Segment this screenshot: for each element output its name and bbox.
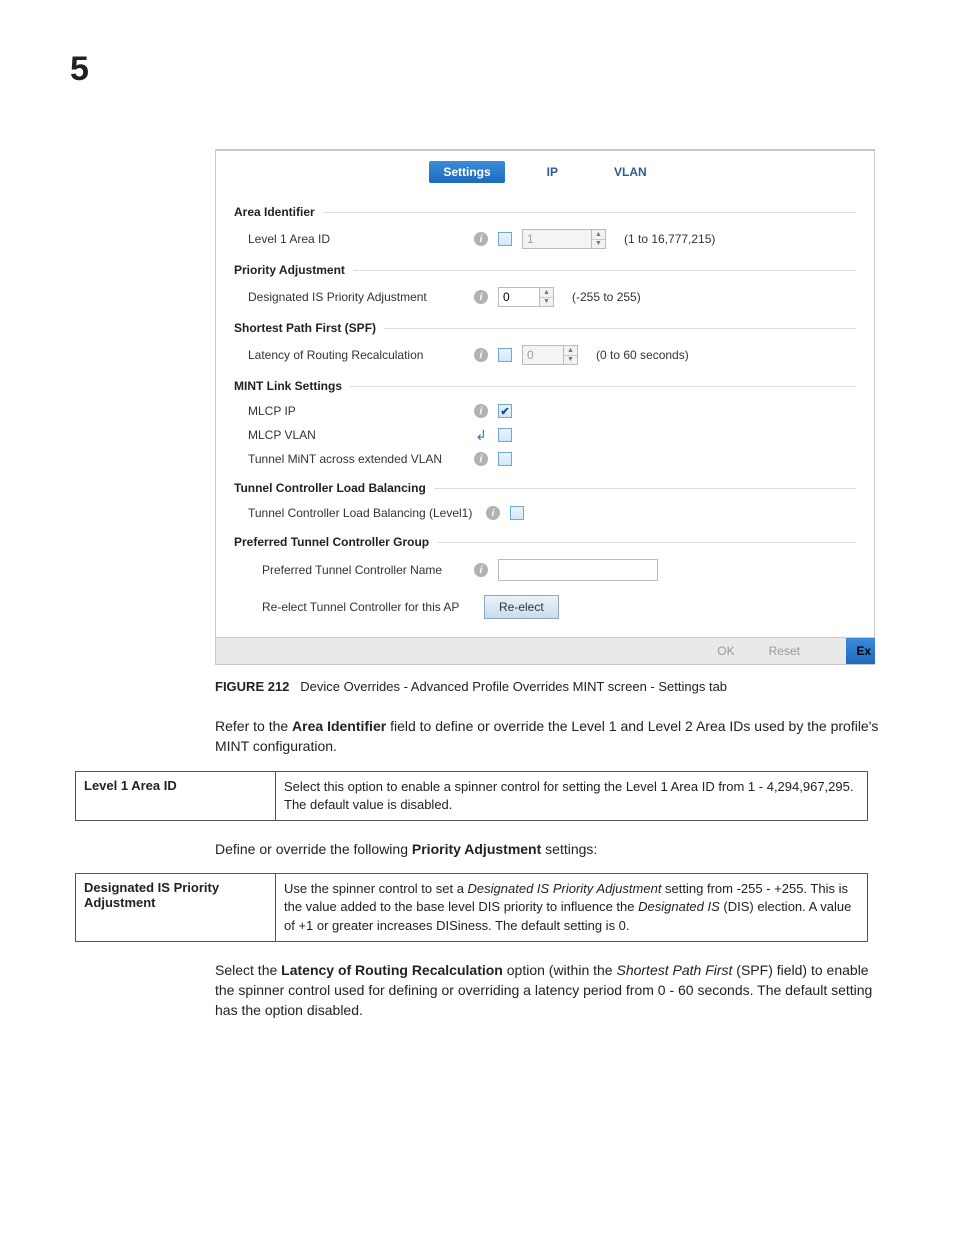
level1-area-id-spinner[interactable]: ▲▼	[522, 229, 606, 249]
paragraph-priority-adjustment: Define or override the following Priorit…	[215, 839, 884, 859]
mlcp-ip-row: MLCP IP i ✔	[234, 399, 856, 423]
info-icon[interactable]: i	[486, 506, 500, 520]
ptc-name-label: Preferred Tunnel Controller Name	[248, 563, 464, 577]
paragraph-area-identifier: Refer to the Area Identifier field to de…	[215, 716, 884, 757]
exit-button[interactable]: Ex	[846, 638, 875, 664]
tunnel-mint-row: Tunnel MiNT across extended VLAN i	[234, 447, 856, 471]
spinner-up-icon[interactable]: ▲	[564, 346, 577, 356]
tclb-label: Tunnel Controller Load Balancing (Level1…	[248, 506, 476, 520]
footer-bar: OK Reset Ex	[216, 637, 874, 664]
tclb-checkbox[interactable]	[510, 506, 524, 520]
group-tclb: Tunnel Controller Load Balancing	[234, 481, 856, 495]
level1-range: (1 to 16,777,215)	[624, 232, 715, 246]
dis-priority-row: Designated IS Priority Adjustment i ▲▼ (…	[234, 283, 856, 311]
tab-settings[interactable]: Settings	[429, 161, 504, 183]
info-icon[interactable]: i	[474, 290, 488, 304]
table-row-key: Level 1 Area ID	[76, 771, 276, 820]
group-title-text: Priority Adjustment	[234, 263, 345, 277]
group-area-identifier: Area Identifier	[234, 205, 856, 219]
table-dis-priority: Designated IS Priority Adjustment Use th…	[75, 873, 868, 942]
latency-label: Latency of Routing Recalculation	[248, 348, 464, 362]
dis-range: (-255 to 255)	[572, 290, 641, 304]
info-icon[interactable]: i	[474, 404, 488, 418]
group-title-text: Tunnel Controller Load Balancing	[234, 481, 426, 495]
group-title-text: Shortest Path First (SPF)	[234, 321, 376, 335]
spinner-up-icon[interactable]: ▲	[540, 288, 553, 298]
table-row-val: Use the spinner control to set a Designa…	[276, 874, 868, 942]
info-icon[interactable]: i	[474, 348, 488, 362]
spinner-up-icon[interactable]: ▲	[592, 230, 605, 240]
table-row-key: Designated IS Priority Adjustment	[76, 874, 276, 942]
group-title-text: Preferred Tunnel Controller Group	[234, 535, 429, 549]
tab-ip[interactable]: IP	[533, 161, 572, 183]
tclb-row: Tunnel Controller Load Balancing (Level1…	[234, 501, 856, 525]
group-ptcg: Preferred Tunnel Controller Group	[234, 535, 856, 549]
latency-spinner[interactable]: ▲▼	[522, 345, 578, 365]
reelect-label: Re-elect Tunnel Controller for this AP	[248, 600, 464, 614]
table-level1-area-id: Level 1 Area ID Select this option to en…	[75, 771, 868, 821]
reelect-button[interactable]: Re-elect	[484, 595, 559, 619]
chapter-number: 5	[70, 50, 884, 89]
spinner-down-icon[interactable]: ▼	[592, 240, 605, 249]
mlcp-ip-checkbox[interactable]: ✔	[498, 404, 512, 418]
group-spf: Shortest Path First (SPF)	[234, 321, 856, 335]
tunnel-mint-checkbox[interactable]	[498, 452, 512, 466]
level1-area-id-label: Level 1 Area ID	[248, 232, 464, 246]
level1-area-id-row: Level 1 Area ID i ▲▼ (1 to 16,777,215)	[234, 225, 856, 253]
latency-input[interactable]	[522, 345, 564, 365]
mlcp-vlan-label: MLCP VLAN	[248, 428, 464, 442]
mint-settings-panel: Settings IP VLAN Area Identifier Level 1…	[215, 149, 875, 665]
group-mint-link: MINT Link Settings	[234, 379, 856, 393]
info-icon[interactable]: i	[474, 232, 488, 246]
dis-priority-spinner[interactable]: ▲▼	[498, 287, 554, 307]
override-icon[interactable]: ↲	[474, 428, 488, 442]
group-priority-adjustment: Priority Adjustment	[234, 263, 856, 277]
latency-row: Latency of Routing Recalculation i ▲▼ (0…	[234, 341, 856, 369]
mlcp-vlan-row: MLCP VLAN ↲	[234, 423, 856, 447]
tab-vlan[interactable]: VLAN	[600, 161, 661, 183]
info-icon[interactable]: i	[474, 563, 488, 577]
reelect-row: Re-elect Tunnel Controller for this AP R…	[234, 591, 856, 623]
ptc-name-input[interactable]	[498, 559, 658, 581]
group-title-text: MINT Link Settings	[234, 379, 342, 393]
figure-caption: FIGURE 212 Device Overrides - Advanced P…	[215, 679, 884, 694]
mlcp-ip-label: MLCP IP	[248, 404, 464, 418]
latency-range: (0 to 60 seconds)	[596, 348, 689, 362]
ok-button[interactable]: OK	[717, 644, 734, 658]
group-title-text: Area Identifier	[234, 205, 315, 219]
info-icon[interactable]: i	[474, 452, 488, 466]
paragraph-latency: Select the Latency of Routing Recalculat…	[215, 960, 884, 1021]
spinner-down-icon[interactable]: ▼	[564, 356, 577, 365]
level1-area-id-checkbox[interactable]	[498, 232, 512, 246]
figure-number: FIGURE 212	[215, 679, 289, 694]
dis-priority-input[interactable]	[498, 287, 540, 307]
tabs: Settings IP VLAN	[216, 151, 874, 189]
latency-checkbox[interactable]	[498, 348, 512, 362]
tunnel-mint-label: Tunnel MiNT across extended VLAN	[248, 452, 464, 466]
spinner-down-icon[interactable]: ▼	[540, 298, 553, 307]
reset-button[interactable]: Reset	[769, 644, 800, 658]
ptc-name-row: Preferred Tunnel Controller Name i	[234, 555, 856, 585]
figure-caption-text: Device Overrides - Advanced Profile Over…	[300, 679, 727, 694]
table-row-val: Select this option to enable a spinner c…	[276, 771, 868, 820]
mlcp-vlan-checkbox[interactable]	[498, 428, 512, 442]
level1-area-id-input[interactable]	[522, 229, 592, 249]
dis-priority-label: Designated IS Priority Adjustment	[248, 290, 464, 304]
